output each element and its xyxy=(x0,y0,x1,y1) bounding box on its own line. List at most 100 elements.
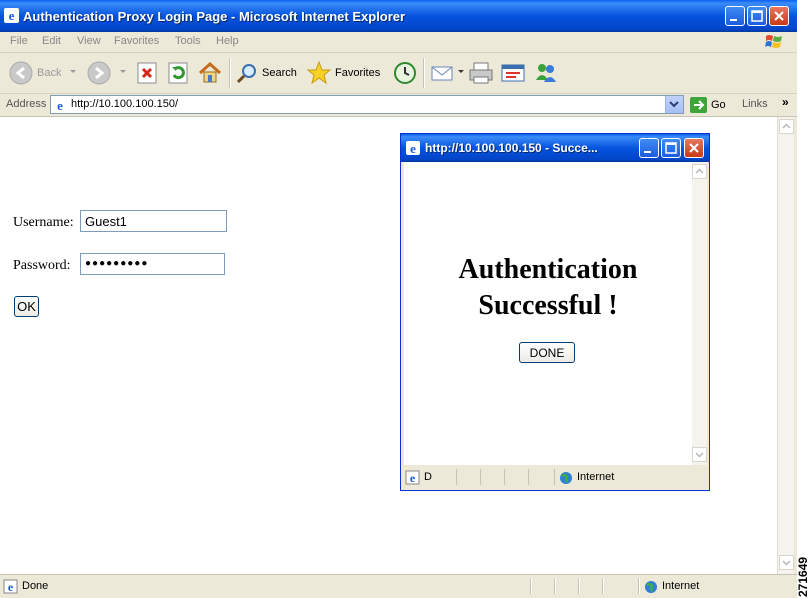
status-divider xyxy=(530,578,532,594)
printer-icon xyxy=(469,62,493,84)
popup-minimize-button[interactable] xyxy=(639,138,659,158)
svg-text:e: e xyxy=(9,8,15,23)
popup-close-button[interactable] xyxy=(684,138,704,158)
windows-logo-icon xyxy=(765,35,782,48)
window-title: Authentication Proxy Login Page - Micros… xyxy=(23,9,406,24)
status-divider xyxy=(554,578,556,594)
svg-text:e: e xyxy=(410,141,416,155)
go-button[interactable]: Go xyxy=(690,96,726,114)
status-divider xyxy=(578,578,580,594)
menu-bar: File Edit View Favorites Tools Help xyxy=(0,32,797,53)
mail-dropdown-icon[interactable] xyxy=(458,70,464,73)
popup-title-bar[interactable]: e http://10.100.100.150 - Succe... xyxy=(401,134,709,162)
favorites-star-icon xyxy=(306,60,332,85)
minimize-icon xyxy=(730,19,737,21)
globe-icon xyxy=(645,581,657,593)
page-icon: e xyxy=(53,98,67,112)
title-bar[interactable]: e Authentication Proxy Login Page - Micr… xyxy=(0,0,797,32)
address-label: Address xyxy=(6,98,47,110)
chevron-down-icon xyxy=(695,452,704,458)
minimize-icon xyxy=(644,151,651,153)
messenger-icon xyxy=(536,64,556,82)
popup-content: Authentication Successful ! DONE xyxy=(404,162,692,465)
status-divider xyxy=(528,469,529,485)
svg-text:e: e xyxy=(57,98,63,112)
auth-message-line2: Successful ! xyxy=(478,290,618,321)
popup-status-text: D xyxy=(424,471,432,483)
menu-edit[interactable]: Edit xyxy=(42,35,61,47)
go-arrow-icon xyxy=(690,97,707,113)
forward-arrow-icon xyxy=(87,61,111,85)
close-button[interactable] xyxy=(769,6,789,26)
minimize-button[interactable] xyxy=(725,6,745,26)
address-dropdown-button[interactable] xyxy=(665,96,683,113)
status-divider xyxy=(602,578,604,594)
popup-status-zone: Internet xyxy=(577,471,615,483)
history-button[interactable] xyxy=(392,59,418,87)
close-icon xyxy=(689,143,699,153)
standard-toolbar: Back Search Favorites xyxy=(0,53,797,94)
edit-page-icon xyxy=(501,64,525,82)
menu-tools[interactable]: Tools xyxy=(175,35,201,47)
home-button[interactable] xyxy=(197,59,223,87)
chevron-down-icon xyxy=(669,101,679,108)
chevron-up-icon xyxy=(695,168,704,174)
chevron-down-icon xyxy=(782,560,791,566)
menu-view[interactable]: View xyxy=(77,35,101,47)
svg-text:e: e xyxy=(8,580,14,594)
favorites-button[interactable]: Favorites xyxy=(306,59,380,87)
stop-button[interactable] xyxy=(135,59,159,87)
password-input[interactable]: ●●●●●●●●● xyxy=(80,253,225,275)
scroll-down-button[interactable] xyxy=(779,555,794,570)
links-chevron-icon[interactable]: » xyxy=(782,95,789,109)
print-button[interactable] xyxy=(468,59,494,87)
username-input[interactable] xyxy=(80,210,227,232)
address-input[interactable]: e http://10.100.100.150/ xyxy=(50,95,684,114)
mail-button[interactable] xyxy=(430,59,456,87)
back-arrow-icon xyxy=(9,61,33,85)
forward-button[interactable] xyxy=(86,59,112,87)
popup-scroll-down-button[interactable] xyxy=(692,447,707,462)
links-button[interactable]: Links xyxy=(742,98,768,110)
back-button[interactable]: Back xyxy=(8,59,61,87)
popup-scrollbar[interactable] xyxy=(692,162,707,465)
forward-dropdown-icon[interactable] xyxy=(120,70,126,73)
page-scrollbar[interactable] xyxy=(777,117,794,574)
popup-scroll-up-button[interactable] xyxy=(692,164,707,179)
popup-title: http://10.100.100.150 - Succe... xyxy=(425,141,598,155)
menu-file[interactable]: File xyxy=(10,35,28,47)
search-button[interactable]: Search xyxy=(235,59,297,87)
internet-explorer-icon: e xyxy=(4,8,19,23)
edit-button[interactable] xyxy=(500,59,526,87)
maximize-icon xyxy=(665,142,677,154)
status-divider xyxy=(554,469,555,485)
favorites-label: Favorites xyxy=(335,67,381,79)
refresh-button[interactable] xyxy=(166,59,190,87)
status-divider xyxy=(480,469,481,485)
chevron-up-icon xyxy=(782,123,791,129)
maximize-icon xyxy=(751,10,763,22)
status-divider xyxy=(456,469,457,485)
close-icon xyxy=(774,11,784,21)
globe-icon xyxy=(560,472,572,484)
mail-icon xyxy=(431,66,453,81)
back-label: Back xyxy=(37,67,62,79)
messenger-button[interactable] xyxy=(533,59,559,87)
ok-button[interactable]: OK xyxy=(14,296,39,317)
back-dropdown-icon[interactable] xyxy=(70,70,76,73)
menu-favorites[interactable]: Favorites xyxy=(114,35,159,47)
page-status-icon: e xyxy=(405,470,420,485)
status-bar: e Done Internet xyxy=(0,574,797,598)
done-button[interactable]: DONE xyxy=(519,342,575,363)
toolbar-separator xyxy=(229,58,231,88)
popup-maximize-button[interactable] xyxy=(661,138,681,158)
internet-explorer-icon: e xyxy=(406,141,420,155)
history-icon xyxy=(394,62,416,84)
popup-status-bar: e D Internet xyxy=(404,467,707,488)
go-label: Go xyxy=(711,99,726,111)
scroll-up-button[interactable] xyxy=(779,119,794,134)
address-bar: Address e http://10.100.100.150/ Go Link… xyxy=(0,94,797,117)
maximize-button[interactable] xyxy=(747,6,767,26)
status-divider xyxy=(638,578,640,594)
menu-help[interactable]: Help xyxy=(216,35,239,47)
